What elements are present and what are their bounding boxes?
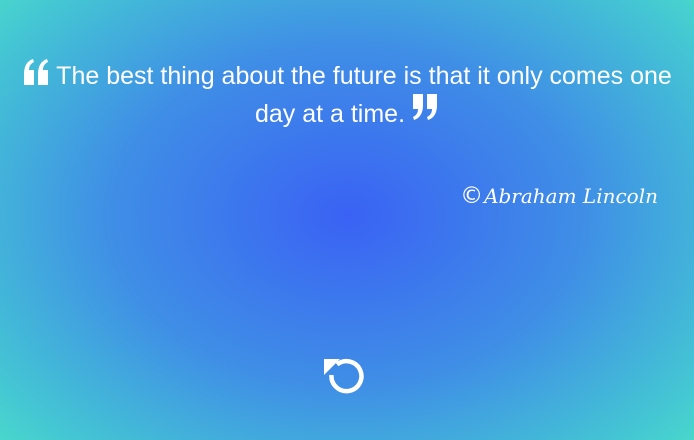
refresh-quote-button[interactable] <box>320 350 372 402</box>
refresh-icon <box>324 358 364 394</box>
quote-text-block: The best thing about the future is that … <box>20 58 674 132</box>
open-quote-icon <box>22 59 50 85</box>
quote-author: ©Abraham Lincoln <box>460 181 658 211</box>
quote-text: The best thing about the future is that … <box>56 62 672 128</box>
author-name: Abraham Lincoln <box>484 184 658 208</box>
copyright-symbol: © <box>460 183 484 209</box>
close-quote-icon <box>411 94 439 120</box>
